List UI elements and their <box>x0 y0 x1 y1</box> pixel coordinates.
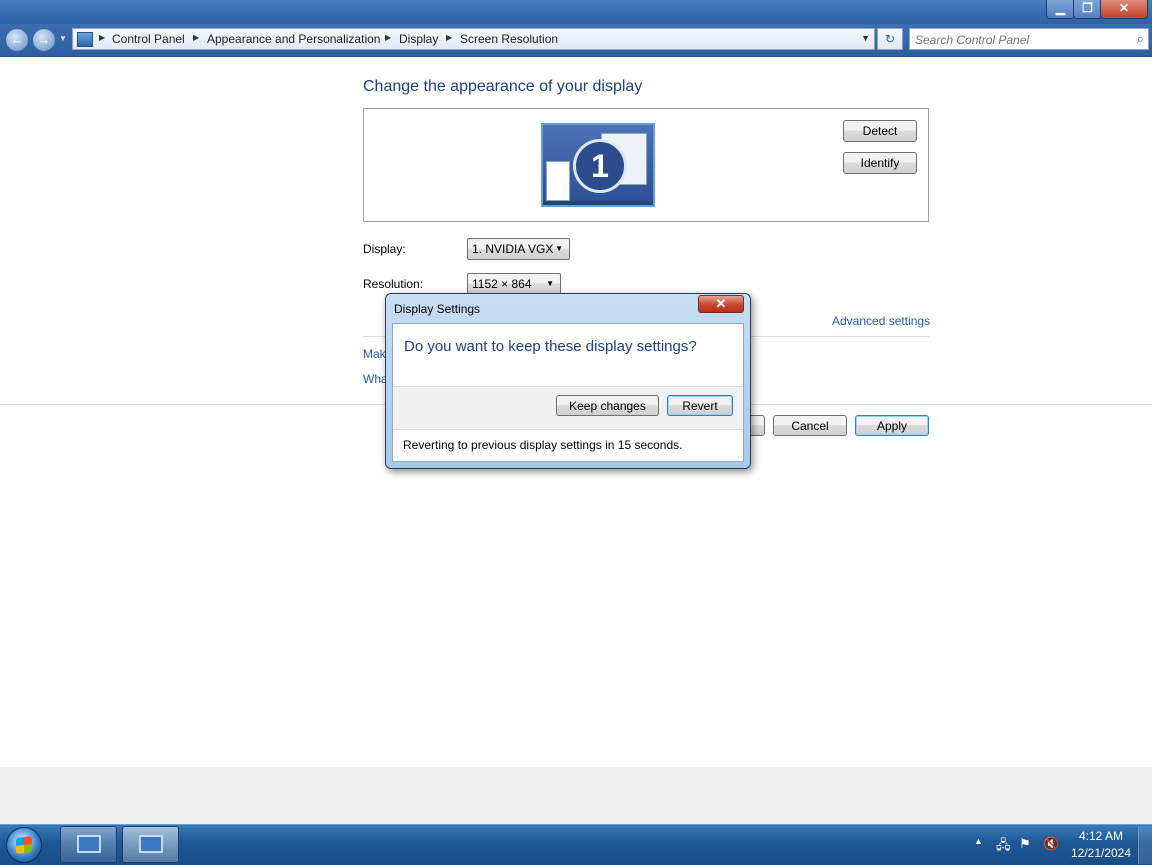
resolution-label: Resolution: <box>363 277 424 291</box>
breadcrumb-appearance[interactable]: Appearance and Personalization <box>207 32 380 46</box>
clock-time[interactable]: 4:12 AM <box>1072 829 1130 843</box>
display-label: Display: <box>363 242 406 256</box>
explorer-icon <box>77 835 101 853</box>
chevron-down-icon: ▼ <box>546 279 554 288</box>
cancel-button[interactable]: Cancel <box>773 415 847 436</box>
monitor-1-thumbnail[interactable]: 1 <box>541 123 655 207</box>
page-title: Change the appearance of your display <box>363 78 643 95</box>
breadcrumb-control-panel[interactable]: Control Panel <box>112 32 185 46</box>
resolution-select[interactable]: 1152 × 864 ▼ <box>467 273 561 295</box>
forward-button[interactable]: → <box>32 28 56 52</box>
show-desktop-button[interactable] <box>1138 826 1152 864</box>
navigation-bar: ← → ▼ ▶ Control Panel ▶ Appearance and P… <box>0 24 1152 57</box>
control-panel-icon <box>139 835 163 853</box>
taskbar-control-panel-button[interactable] <box>122 826 179 863</box>
revert-countdown-text: Reverting to previous display settings i… <box>403 438 683 452</box>
monitor-taskbar-graphic <box>543 201 653 205</box>
breadcrumb-display[interactable]: Display <box>399 32 438 46</box>
display-select[interactable]: 1. NVIDIA VGX ▼ <box>467 238 570 260</box>
display-settings-dialog: Display Settings ✕ Do you want to keep t… <box>385 293 751 469</box>
apply-button[interactable]: Apply <box>855 415 929 436</box>
clock-date[interactable]: 12/21/2024 <box>1068 846 1134 860</box>
refresh-button[interactable]: ↻ <box>877 28 903 50</box>
monitor-window-graphic <box>546 161 570 201</box>
breadcrumb-screen-resolution[interactable]: Screen Resolution <box>460 32 558 46</box>
address-dropdown-icon[interactable]: ▼ <box>861 33 870 43</box>
dialog-close-button[interactable]: ✕ <box>698 295 744 313</box>
address-bar[interactable]: ▶ Control Panel ▶ Appearance and Persona… <box>72 28 875 50</box>
dialog-title: Display Settings <box>394 302 481 316</box>
show-hidden-icons-icon[interactable]: ▲ <box>974 836 983 846</box>
search-icon[interactable]: ⌕ <box>1137 31 1144 47</box>
revert-button[interactable]: Revert <box>667 395 733 416</box>
monitor-arrangement-panel: 1 Detect Identify <box>363 108 929 222</box>
network-icon[interactable]: 🖧 <box>996 836 1011 858</box>
dialog-question: Do you want to keep these display settin… <box>404 338 697 355</box>
identify-button[interactable]: Identify <box>843 152 917 174</box>
windows-logo-icon <box>16 836 32 854</box>
minimize-button[interactable]: ▁ <box>1046 0 1075 19</box>
window-bottom-band <box>0 767 1152 824</box>
detect-button[interactable]: Detect <box>843 120 917 142</box>
search-input[interactable] <box>913 31 1127 49</box>
breadcrumb-arrow-icon[interactable]: ▶ <box>99 33 105 42</box>
breadcrumb-arrow-icon[interactable]: ▶ <box>446 33 452 42</box>
breadcrumb-arrow-icon[interactable]: ▶ <box>193 33 199 42</box>
keep-changes-button[interactable]: Keep changes <box>556 395 659 416</box>
control-panel-icon <box>77 32 93 47</box>
breadcrumb-arrow-icon[interactable]: ▶ <box>385 33 391 42</box>
resolution-select-value: 1152 × 864 <box>472 277 532 291</box>
search-box[interactable]: ⌕ <box>909 28 1149 50</box>
action-center-flag-icon[interactable]: ⚑ <box>1019 836 1031 852</box>
volume-muted-icon[interactable]: 🔇 <box>1043 836 1059 852</box>
back-button[interactable]: ← <box>5 28 29 52</box>
advanced-settings-link[interactable]: Advanced settings <box>832 314 930 328</box>
chevron-down-icon: ▼ <box>555 244 563 253</box>
display-select-value: 1. NVIDIA VGX <box>472 242 554 256</box>
window-title-bar: ▁ ❐ ✕ <box>0 0 1152 24</box>
dialog-button-area: Keep changes Revert <box>393 386 743 430</box>
close-window-button[interactable]: ✕ <box>1100 0 1148 19</box>
taskbar-explorer-button[interactable] <box>60 826 117 863</box>
recent-pages-dropdown[interactable]: ▼ <box>59 34 67 43</box>
maximize-button[interactable]: ❐ <box>1073 0 1102 19</box>
dialog-body: Do you want to keep these display settin… <box>392 323 744 462</box>
start-button[interactable] <box>6 827 42 863</box>
monitor-number-badge: 1 <box>573 139 627 193</box>
